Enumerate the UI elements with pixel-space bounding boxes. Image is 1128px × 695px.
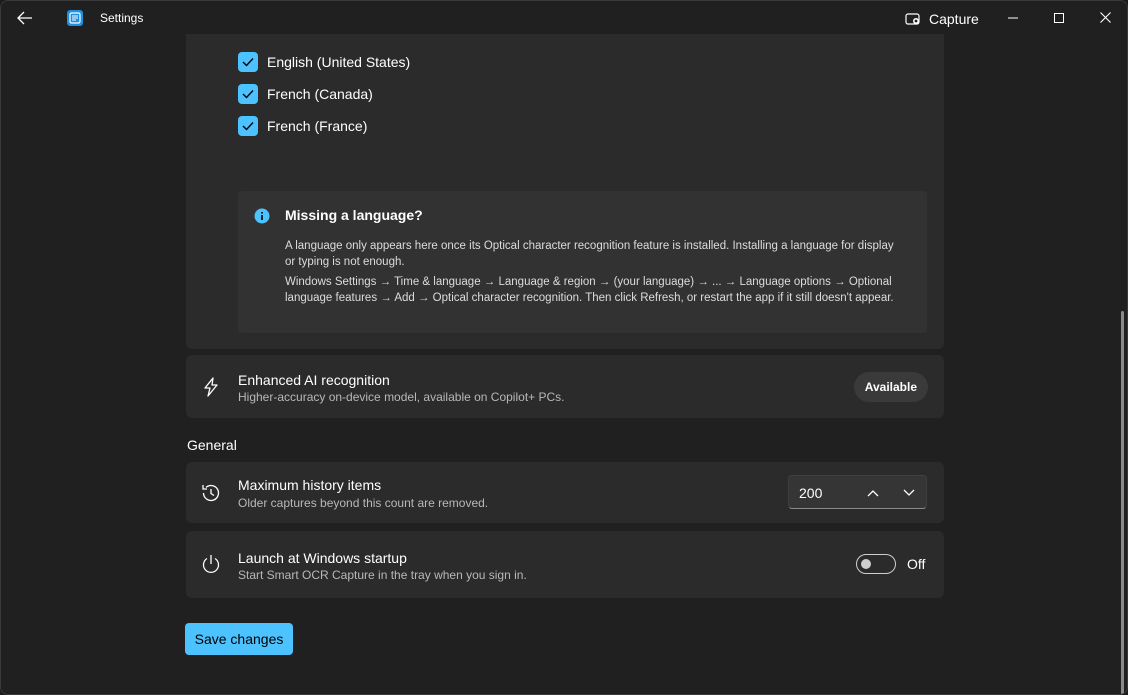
- language-label: French (France): [267, 118, 368, 134]
- maximize-icon: [1054, 12, 1064, 23]
- chevron-up-icon: [867, 490, 879, 497]
- maximize-button[interactable]: [1036, 1, 1082, 34]
- lightning-icon: [204, 377, 218, 397]
- checkmark-icon: [242, 58, 254, 67]
- capture-label: Capture: [929, 11, 979, 27]
- capture-button[interactable]: Capture: [899, 7, 985, 31]
- chevron-down-icon: [903, 489, 915, 496]
- toggle-state-label: Off: [907, 556, 926, 572]
- minimize-button[interactable]: [990, 1, 1036, 34]
- vertical-scrollbar[interactable]: [1121, 311, 1124, 694]
- settings-window: Settings Capture English (United States)…: [0, 0, 1128, 695]
- checkmark-icon: [242, 90, 254, 99]
- missing-language-infobar: Missing a language? A language only appe…: [238, 191, 927, 333]
- language-option-french-france[interactable]: French (France): [238, 116, 367, 136]
- infobar-message: A language only appears here once its Op…: [285, 240, 894, 268]
- card-title: Launch at Windows startup: [238, 550, 407, 566]
- language-label: French (Canada): [267, 86, 373, 102]
- language-label: English (United States): [267, 54, 411, 70]
- app-logo-icon: [67, 10, 83, 26]
- card-title: Maximum history items: [238, 477, 382, 493]
- settings-content: English (United States) French (Canada) …: [1, 34, 1127, 694]
- max-history-card: Maximum history items Older captures bey…: [186, 462, 944, 523]
- checkbox[interactable]: [238, 52, 258, 72]
- arrow-left-icon: [17, 11, 32, 25]
- infobar-instructions: Windows Settings → Time & language → Lan…: [285, 276, 894, 304]
- launch-at-startup-card: Launch at Windows startup Start Smart OC…: [186, 531, 944, 598]
- language-option-english-us[interactable]: English (United States): [238, 52, 410, 72]
- title-bar: Settings Capture: [1, 1, 1127, 34]
- number-value[interactable]: 200: [799, 485, 822, 501]
- info-icon: [254, 208, 270, 224]
- infobar-title: Missing a language?: [285, 207, 423, 223]
- card-subtitle: Older captures beyond this count are rem…: [238, 496, 489, 510]
- checkbox[interactable]: [238, 84, 258, 104]
- minimize-icon: [1008, 17, 1018, 18]
- card-subtitle: Higher-accuracy on-device model, availab…: [238, 390, 565, 404]
- close-button[interactable]: [1082, 1, 1127, 34]
- checkbox[interactable]: [238, 116, 258, 136]
- toggle-knob: [861, 559, 871, 569]
- startup-toggle-switch[interactable]: [856, 554, 896, 574]
- camera-icon: [905, 13, 920, 25]
- language-option-french-canada[interactable]: French (Canada): [238, 84, 373, 104]
- increment-button[interactable]: [861, 483, 885, 503]
- history-count-numberbox[interactable]: 200: [788, 475, 927, 509]
- checkmark-icon: [242, 122, 254, 131]
- card-title: Enhanced AI recognition: [238, 372, 390, 388]
- close-icon: [1099, 12, 1111, 23]
- back-button[interactable]: [9, 5, 41, 31]
- decrement-button[interactable]: [897, 483, 921, 503]
- card-subtitle: Start Smart OCR Capture in the tray when…: [238, 568, 527, 582]
- window-title: Settings: [100, 11, 144, 25]
- power-icon: [202, 555, 220, 573]
- section-header-general: General: [187, 437, 237, 453]
- ocr-languages-card: English (United States) French (Canada) …: [186, 34, 944, 349]
- enhanced-ai-card: Enhanced AI recognition Higher-accuracy …: [186, 355, 944, 418]
- history-icon: [202, 484, 220, 502]
- save-changes-button[interactable]: Save changes: [185, 623, 293, 655]
- status-badge: Available: [853, 372, 928, 402]
